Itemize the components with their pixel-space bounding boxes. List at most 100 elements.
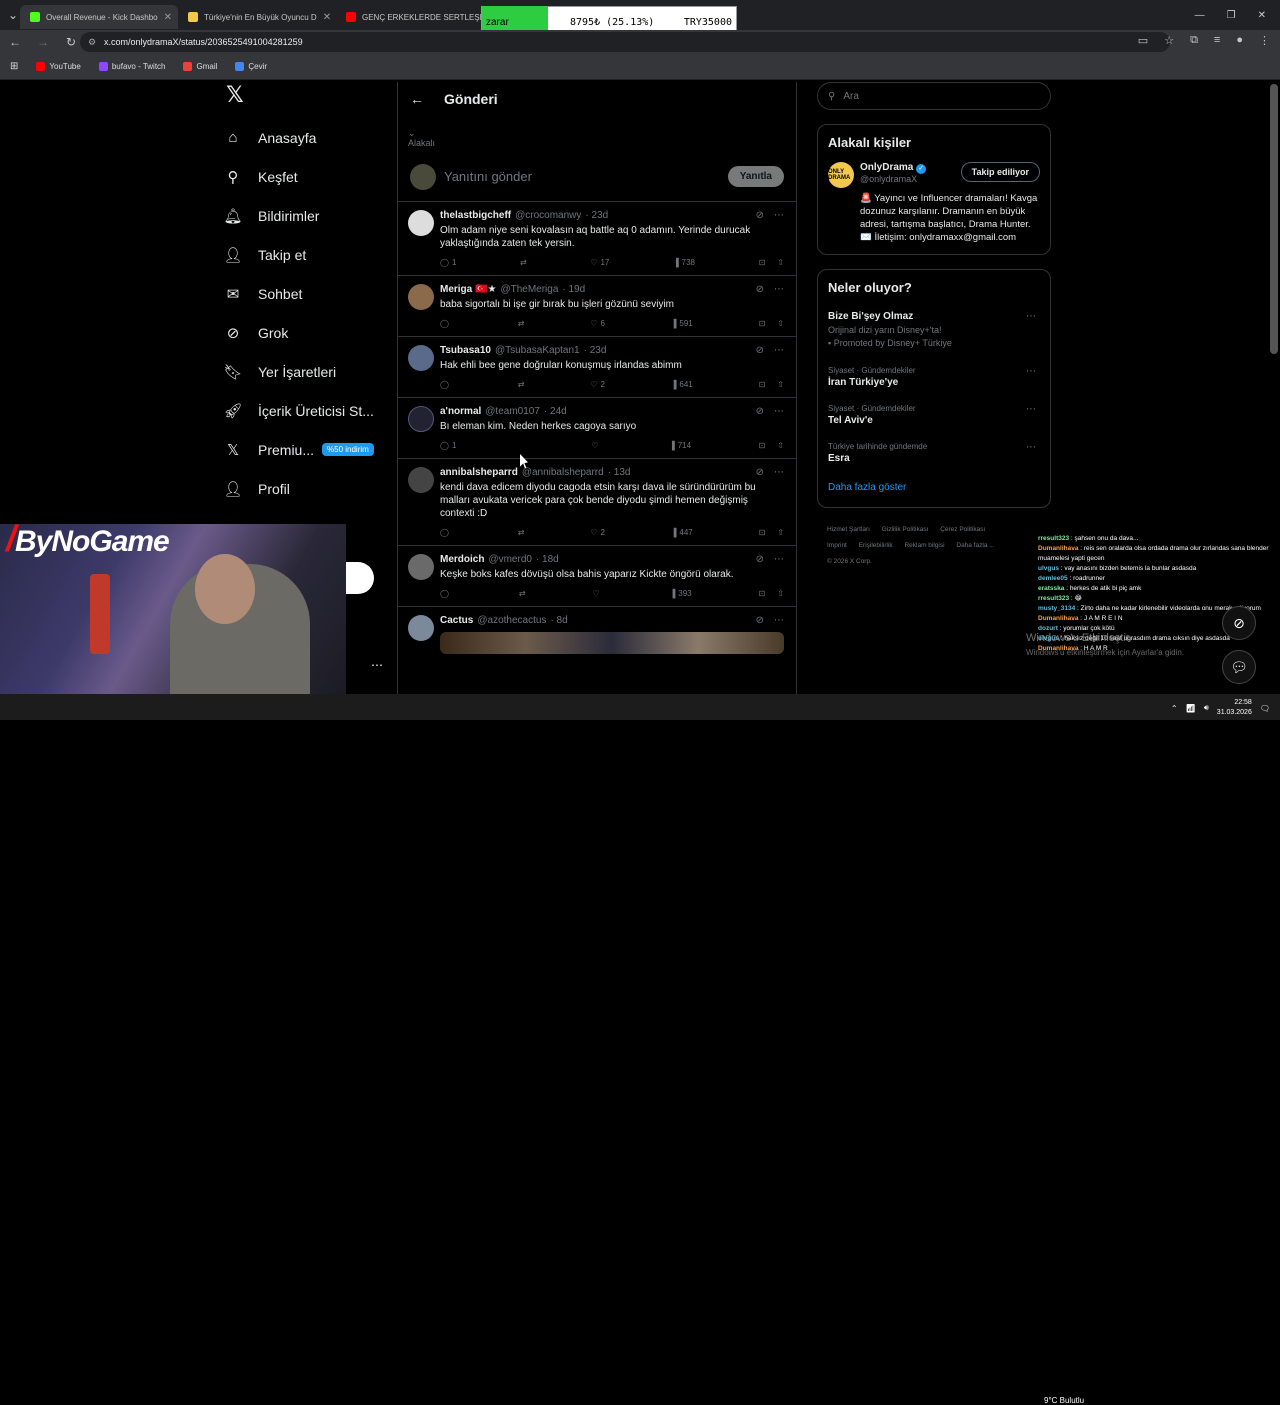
more-icon[interactable]: ⋯	[371, 658, 383, 672]
tab-oyuncu[interactable]: Türkiye'nin En Büyük Oyuncu D ✕	[178, 5, 336, 29]
page-scrollbar[interactable]	[1270, 84, 1278, 354]
sidebar-item-profile[interactable]: 👤︎ Profil	[222, 469, 392, 508]
author-name[interactable]: Cactus	[440, 615, 473, 626]
bookmark-icon[interactable]: ⊡	[759, 258, 766, 267]
footer-link[interactable]: Imprint	[827, 542, 847, 549]
share-icon[interactable]: ⇧	[777, 589, 784, 598]
author-name[interactable]: a'normal	[440, 406, 481, 417]
repost-icon[interactable]: ⇄	[520, 258, 527, 267]
search-input[interactable]: ⚲ Ara	[817, 82, 1051, 110]
reply-post[interactable]: thelastbigcheff @crocomanwy · 23d ⊘ ⋯ Olm ad…	[398, 202, 796, 276]
more-icon[interactable]: ⋯	[774, 554, 784, 565]
reply-action[interactable]: ◯	[440, 380, 452, 389]
notification-icon[interactable]: 🗨︎	[1260, 704, 1270, 713]
author-handle[interactable]: @azothecactus	[477, 615, 546, 626]
sidebar-item-explore[interactable]: ⚲ Keşfet	[222, 157, 392, 196]
reply-action[interactable]: ◯ 1	[440, 441, 456, 450]
footer-link[interactable]: Çerez Politikası	[940, 526, 985, 533]
grok-icon[interactable]: ⊘	[756, 467, 764, 478]
site-info-icon[interactable]: ⚙	[88, 37, 96, 48]
bookmark-icon[interactable]: ⊡	[759, 589, 766, 598]
forward-icon[interactable]: →	[36, 35, 50, 49]
share-icon[interactable]: ⇧	[777, 258, 784, 267]
more-icon[interactable]: ⋯	[774, 284, 784, 295]
author-handle[interactable]: @TsubasaKaptan1	[495, 345, 580, 356]
post-time[interactable]: · 23d	[585, 210, 608, 221]
sidebar-item-bookmarks[interactable]: 🔖︎ Yer İşaretleri	[222, 352, 392, 391]
share-icon[interactable]: ⇧	[777, 528, 784, 537]
back-icon[interactable]: ←	[8, 35, 22, 49]
like-action[interactable]: ♡ 6	[590, 319, 605, 328]
reading-list-icon[interactable]: ≡	[1214, 34, 1220, 47]
sidebar-item-notifications[interactable]: 🔔︎ Bildirimler	[222, 196, 392, 235]
person-name[interactable]: OnlyDrama	[860, 162, 913, 173]
share-icon[interactable]: ⇧	[777, 380, 784, 389]
like-action[interactable]: ♡ 17	[590, 258, 609, 267]
bookmark-icon[interactable]: ⊡	[759, 319, 766, 328]
grok-icon[interactable]: ⊘	[756, 615, 764, 626]
author-handle[interactable]: @crocomanwy	[515, 210, 581, 221]
x-logo-icon[interactable]: 𝕏	[226, 82, 392, 118]
author-handle[interactable]: @annibalsheparrd	[522, 467, 604, 478]
views-action[interactable]: ▐ 447	[671, 528, 693, 537]
footer-link[interactable]: Reklam bilgisi	[904, 542, 944, 549]
author-name[interactable]: Tsubasa10	[440, 345, 491, 356]
sidebar-item-premium[interactable]: 𝕏 Premiu... %50 indirim	[222, 430, 392, 469]
post-time[interactable]: · 19d	[562, 284, 585, 295]
post-time[interactable]: · 23d	[584, 345, 607, 356]
footer-link[interactable]: Gizlilik Politikası	[882, 526, 929, 533]
close-icon[interactable]: ✕	[323, 12, 331, 23]
footer-link[interactable]: Erişilebilirlik	[859, 542, 893, 549]
bookmark-youtube[interactable]: YouTube	[36, 62, 81, 71]
tab-youtube[interactable]: GENÇ ERKEKLERDE SERTLEŞME	[336, 5, 494, 29]
reply-action[interactable]: ◯	[440, 589, 452, 598]
address-bar[interactable]: ⚙ x.com/onlydramaX/status/20365254910042…	[80, 32, 1170, 52]
reply-post[interactable]: Cactus @azothecactus · 8d ⊘ ⋯	[398, 607, 796, 662]
reply-post[interactable]: Meriga 🇹🇷★ @TheMeriga · 19d ⊘ ⋯ baba sigorta…	[398, 276, 796, 337]
cast-icon[interactable]: ▭	[1138, 34, 1148, 47]
like-action[interactable]: ♡	[591, 441, 601, 450]
author-name[interactable]: annibalsheparrd	[440, 467, 518, 478]
post-time[interactable]: · 24d	[544, 406, 567, 417]
author-name[interactable]: Meriga 🇹🇷★	[440, 284, 496, 295]
author-handle[interactable]: @TheMeriga	[500, 284, 558, 295]
system-tray-icon[interactable]: ⌃	[1171, 704, 1178, 713]
bookmark-translate[interactable]: Çevir	[235, 62, 267, 71]
clock[interactable]: 22:58 31.03.2026	[1217, 698, 1252, 718]
post-time[interactable]: · 18d	[536, 554, 559, 565]
bookmark-icon[interactable]: ⊡	[759, 528, 766, 537]
more-icon[interactable]: ⋯	[774, 615, 784, 626]
repost-icon[interactable]: ⇄	[518, 380, 525, 389]
more-icon[interactable]: ⋯	[774, 345, 784, 356]
trend-item[interactable]: Bize Bi'şey Olmaz Orijinal dizi yarın Di…	[828, 311, 1040, 348]
like-action[interactable]: ♡	[593, 589, 603, 598]
more-icon[interactable]: ⋯	[774, 210, 784, 221]
views-action[interactable]: ▐ 738	[673, 258, 695, 267]
trend-item[interactable]: Türkiye tarihinde gündemde Esra ⋯	[828, 442, 1040, 464]
apps-grid-icon[interactable]: ⊞	[10, 61, 18, 72]
author-handle[interactable]: @vmerd0	[488, 554, 532, 565]
repost-icon[interactable]: ⇄	[518, 528, 525, 537]
reply-input[interactable]: Yanıtını gönder	[444, 169, 532, 184]
like-action[interactable]: ♡ 2	[590, 528, 605, 537]
more-icon[interactable]: ⋯	[774, 467, 784, 478]
footer-link[interactable]: Daha fazla ...	[956, 542, 994, 549]
more-icon[interactable]: ⋯	[1026, 442, 1036, 453]
reply-post[interactable]: Tsubasa10 @TsubasaKaptan1 · 23d ⊘ ⋯ Hak ehli…	[398, 337, 796, 398]
sidebar-item-home[interactable]: ⌂ Anasayfa	[222, 118, 392, 157]
post-time[interactable]: · 8d	[550, 615, 567, 626]
extensions-icon[interactable]: ⧉	[1190, 34, 1198, 47]
grok-icon[interactable]: ⊘	[756, 210, 764, 221]
reply-post[interactable]: annibalsheparrd @annibalsheparrd · 13d ⊘ ⋯ k…	[398, 459, 796, 546]
bookmark-icon[interactable]: ⊡	[759, 380, 766, 389]
person-handle[interactable]: @onlydramaX	[860, 174, 926, 184]
profile-avatar-icon[interactable]: ●	[1236, 34, 1243, 47]
star-icon[interactable]: ☆	[1164, 34, 1174, 47]
grok-icon[interactable]: ⊘	[756, 284, 764, 295]
views-action[interactable]: ▐ 591	[671, 319, 693, 328]
post-media-image[interactable]	[440, 632, 784, 654]
bookmark-gmail[interactable]: Gmail	[183, 62, 217, 71]
grok-icon[interactable]: ⊘	[756, 406, 764, 417]
tab-search-icon[interactable]: ⌄	[6, 8, 20, 22]
sidebar-item-grok[interactable]: ⊘ Grok	[222, 313, 392, 352]
